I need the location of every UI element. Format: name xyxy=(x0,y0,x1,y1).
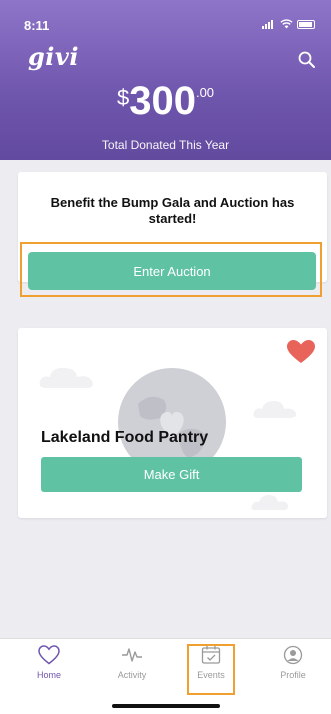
status-time: 8:11 xyxy=(24,18,50,33)
tab-home[interactable]: Home xyxy=(19,645,79,680)
profile-icon xyxy=(283,645,303,665)
event-card-title: Benefit the Bump Gala and Auction has st… xyxy=(50,195,295,226)
app-logo: givi xyxy=(28,42,79,71)
cloud-bottom-icon xyxy=(251,495,289,510)
amount-whole: 300 xyxy=(129,79,196,123)
events-tab-highlight xyxy=(187,644,235,695)
home-indicator xyxy=(112,704,220,708)
organization-name: Lakeland Food Pantry xyxy=(41,429,209,446)
cloud-left-icon xyxy=(39,367,93,388)
status-icons xyxy=(262,19,315,29)
header: 8:11 givi $300.00 Total Donated This Yea… xyxy=(0,0,331,160)
enter-auction-button[interactable]: Enter Auction xyxy=(28,252,316,290)
tab-profile[interactable]: Profile xyxy=(263,645,323,680)
total-donated-amount: $300.00 xyxy=(0,79,331,123)
organization-card[interactable]: Lakeland Food Pantry Make Gift xyxy=(18,328,327,518)
tab-bar: Home Activity Events Profile xyxy=(0,638,331,714)
wifi-icon xyxy=(280,19,293,29)
make-gift-button[interactable]: Make Gift xyxy=(41,457,302,492)
cloud-right-icon xyxy=(253,401,297,418)
amount-cents: .00 xyxy=(195,85,215,100)
total-donated-label: Total Donated This Year xyxy=(101,138,230,152)
signal-icon xyxy=(262,19,276,29)
search-icon[interactable] xyxy=(297,50,317,70)
tab-home-label: Home xyxy=(36,670,61,680)
tab-profile-label: Profile xyxy=(280,670,306,680)
battery-icon xyxy=(297,19,315,29)
tab-activity[interactable]: Activity xyxy=(102,645,162,680)
tab-activity-label: Activity xyxy=(117,670,147,680)
favorite-heart-icon[interactable] xyxy=(287,340,315,364)
pulse-icon xyxy=(122,648,142,662)
heart-icon xyxy=(38,645,60,665)
amount-currency: $ xyxy=(116,85,130,110)
